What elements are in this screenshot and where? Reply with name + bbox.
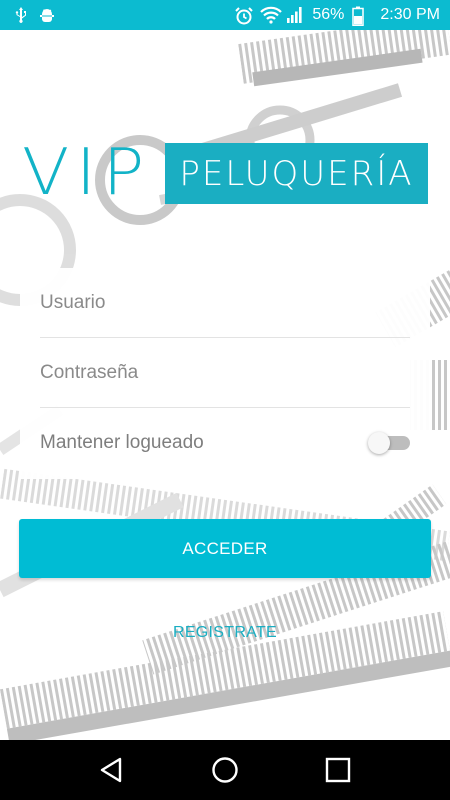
battery-percent: 56% — [312, 6, 345, 23]
alarm-icon — [234, 6, 254, 25]
home-button[interactable] — [200, 745, 250, 795]
status-right: 56% 2:30 PM — [234, 6, 440, 27]
app-logo: VIP PELUQUERÍA — [22, 140, 428, 206]
back-icon — [101, 757, 122, 783]
wifi-icon — [260, 6, 283, 24]
android-debug-icon — [38, 6, 56, 24]
clock: 2:30 PM — [380, 6, 440, 23]
recents-button[interactable] — [313, 745, 363, 795]
username-row — [40, 268, 410, 338]
password-input[interactable] — [40, 361, 410, 384]
keep-logged-row: Mantener logueado — [40, 408, 410, 478]
logo-peluqueria-box: PELUQUERÍA — [165, 143, 428, 204]
status-left — [12, 6, 56, 24]
home-icon — [212, 757, 238, 783]
usb-icon — [12, 6, 30, 24]
login-form: Mantener logueado — [20, 268, 430, 479]
logo-vip-text: VIP — [22, 136, 151, 210]
keep-logged-toggle[interactable] — [368, 431, 410, 455]
navigation-bar — [0, 740, 450, 800]
logo-peluqueria-text: PELUQUERÍA — [179, 153, 414, 194]
keep-logged-label: Mantener logueado — [40, 432, 204, 453]
back-button[interactable] — [87, 745, 137, 795]
username-input[interactable] — [40, 291, 410, 314]
register-link[interactable]: REGISTRATE — [0, 624, 450, 642]
status-bar: 56% 2:30 PM — [0, 0, 450, 30]
signal-icon — [286, 6, 304, 24]
password-row — [40, 338, 410, 408]
toggle-thumb[interactable] — [368, 432, 390, 454]
recents-icon — [325, 757, 350, 783]
battery-icon — [352, 6, 370, 27]
login-button[interactable]: ACCEDER — [19, 519, 431, 578]
